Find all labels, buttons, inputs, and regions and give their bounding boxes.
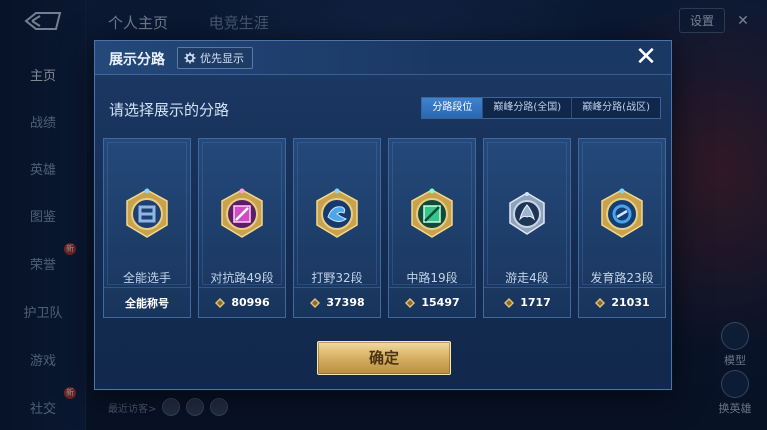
allrounder-emblem-icon	[126, 188, 168, 238]
tab-peak-route-region[interactable]: 巅峰分路(战区)	[572, 98, 660, 118]
modal-subtitle: 请选择展示的分路	[109, 101, 230, 119]
card-footer-value: 1717	[520, 296, 551, 309]
card-footer-value: 21031	[611, 296, 650, 309]
route-card-allrounder[interactable]: 全能选手 全能称号	[103, 138, 191, 318]
card-footer-value: 37398	[326, 296, 365, 309]
peak-score-icon	[504, 297, 515, 308]
peak-score-icon	[215, 297, 226, 308]
peak-score-icon	[405, 297, 416, 308]
card-footer: 80996	[199, 287, 285, 317]
route-card-jungle[interactable]: 打野32段 37398	[293, 138, 381, 318]
route-card-clash-lane[interactable]: 对抗路49段 80996	[198, 138, 286, 318]
priority-display-button[interactable]: 优先显示	[177, 47, 253, 69]
route-card-mid-lane[interactable]: 中路19段 15497	[388, 138, 476, 318]
card-footer-value: 80996	[231, 296, 270, 309]
mid-lane-emblem-icon	[411, 188, 453, 238]
route-card-list: 全能选手 全能称号 对抗路49段 80996 打野32段 37398 中路19段…	[103, 138, 666, 318]
close-icon[interactable]: ✕	[633, 44, 659, 71]
card-rank-label: 中路19段	[406, 271, 458, 285]
card-rank-label: 对抗路49段	[210, 271, 274, 285]
jungle-emblem-icon	[316, 188, 358, 238]
tab-peak-route-national[interactable]: 巅峰分路(全国)	[483, 98, 573, 118]
farm-lane-emblem-icon	[601, 188, 643, 238]
roam-emblem-icon	[509, 192, 545, 235]
card-rank-label: 全能选手	[122, 271, 171, 285]
peak-score-icon	[595, 297, 606, 308]
peak-score-icon	[310, 297, 321, 308]
card-rank-label: 打野32段	[311, 271, 363, 285]
route-card-roam[interactable]: 游走4段 1717	[483, 138, 571, 318]
card-footer: 21031	[579, 287, 665, 317]
gear-icon	[184, 52, 196, 64]
clash-lane-emblem-icon	[221, 188, 263, 238]
modal-header: 展示分路 优先显示 ✕	[95, 41, 671, 75]
priority-label: 优先显示	[200, 52, 244, 65]
route-card-farm-lane[interactable]: 发育路23段 21031	[578, 138, 666, 318]
route-display-modal: 展示分路 优先显示 ✕ 请选择展示的分路 分路段位 巅峰分路(全国) 巅峰分路(…	[94, 40, 672, 390]
modal-title: 展示分路	[109, 52, 165, 68]
card-rank-label: 游走4段	[505, 271, 549, 285]
card-footer: 37398	[294, 287, 380, 317]
confirm-button[interactable]: 确定	[317, 341, 451, 375]
route-type-segmented-control: 分路段位 巅峰分路(全国) 巅峰分路(战区)	[421, 97, 661, 119]
card-footer: 1717	[484, 287, 570, 317]
tab-route-rank[interactable]: 分路段位	[422, 98, 484, 118]
card-footer-value: 全能称号	[125, 296, 169, 310]
card-footer: 全能称号	[104, 287, 190, 317]
card-rank-label: 发育路23段	[590, 271, 654, 285]
card-footer: 15497	[389, 287, 475, 317]
card-footer-value: 15497	[421, 296, 460, 309]
